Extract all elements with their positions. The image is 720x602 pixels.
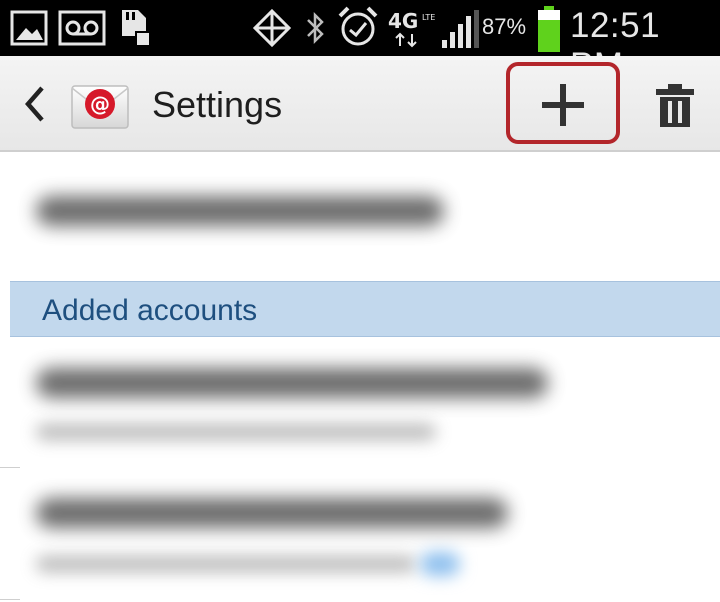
blurred-text [36,196,444,226]
voicemail-icon [58,10,106,46]
gps-icon [252,8,292,48]
battery-icon [538,6,560,52]
add-account-button[interactable] [506,62,620,144]
action-bar: @ Settings [0,56,720,152]
signal-icon [442,10,479,48]
trash-icon[interactable] [652,82,698,128]
account-item[interactable] [0,478,720,598]
divider [0,467,20,468]
divider [0,599,20,600]
blurred-text [36,556,416,572]
sd-card-icon [122,10,151,47]
account-item[interactable] [0,346,720,466]
image-icon [10,10,48,46]
section-header: Added accounts [10,281,720,337]
blurred-text [36,368,548,398]
bluetooth-icon [307,11,324,45]
back-chevron-icon[interactable] [16,82,56,126]
alarm-icon [338,6,378,46]
blurred-badge [420,552,460,576]
blurred-text [36,498,508,528]
plus-icon [542,84,584,126]
section-header-label: Added accounts [42,294,258,327]
status-bar: 4G LTE 87% 12:51 PM [0,0,720,85]
network-4g-icon: 4G LTE [388,9,435,48]
blurred-text [36,424,436,440]
page-title: Settings [152,84,283,125]
svg-text:4G: 4G [388,9,418,33]
general-preferences-item[interactable] [10,160,710,260]
svg-text:@: @ [90,92,110,116]
svg-text:LTE: LTE [422,13,435,22]
battery-percent: 87% [482,14,527,39]
email-app-icon: @ [71,85,129,129]
